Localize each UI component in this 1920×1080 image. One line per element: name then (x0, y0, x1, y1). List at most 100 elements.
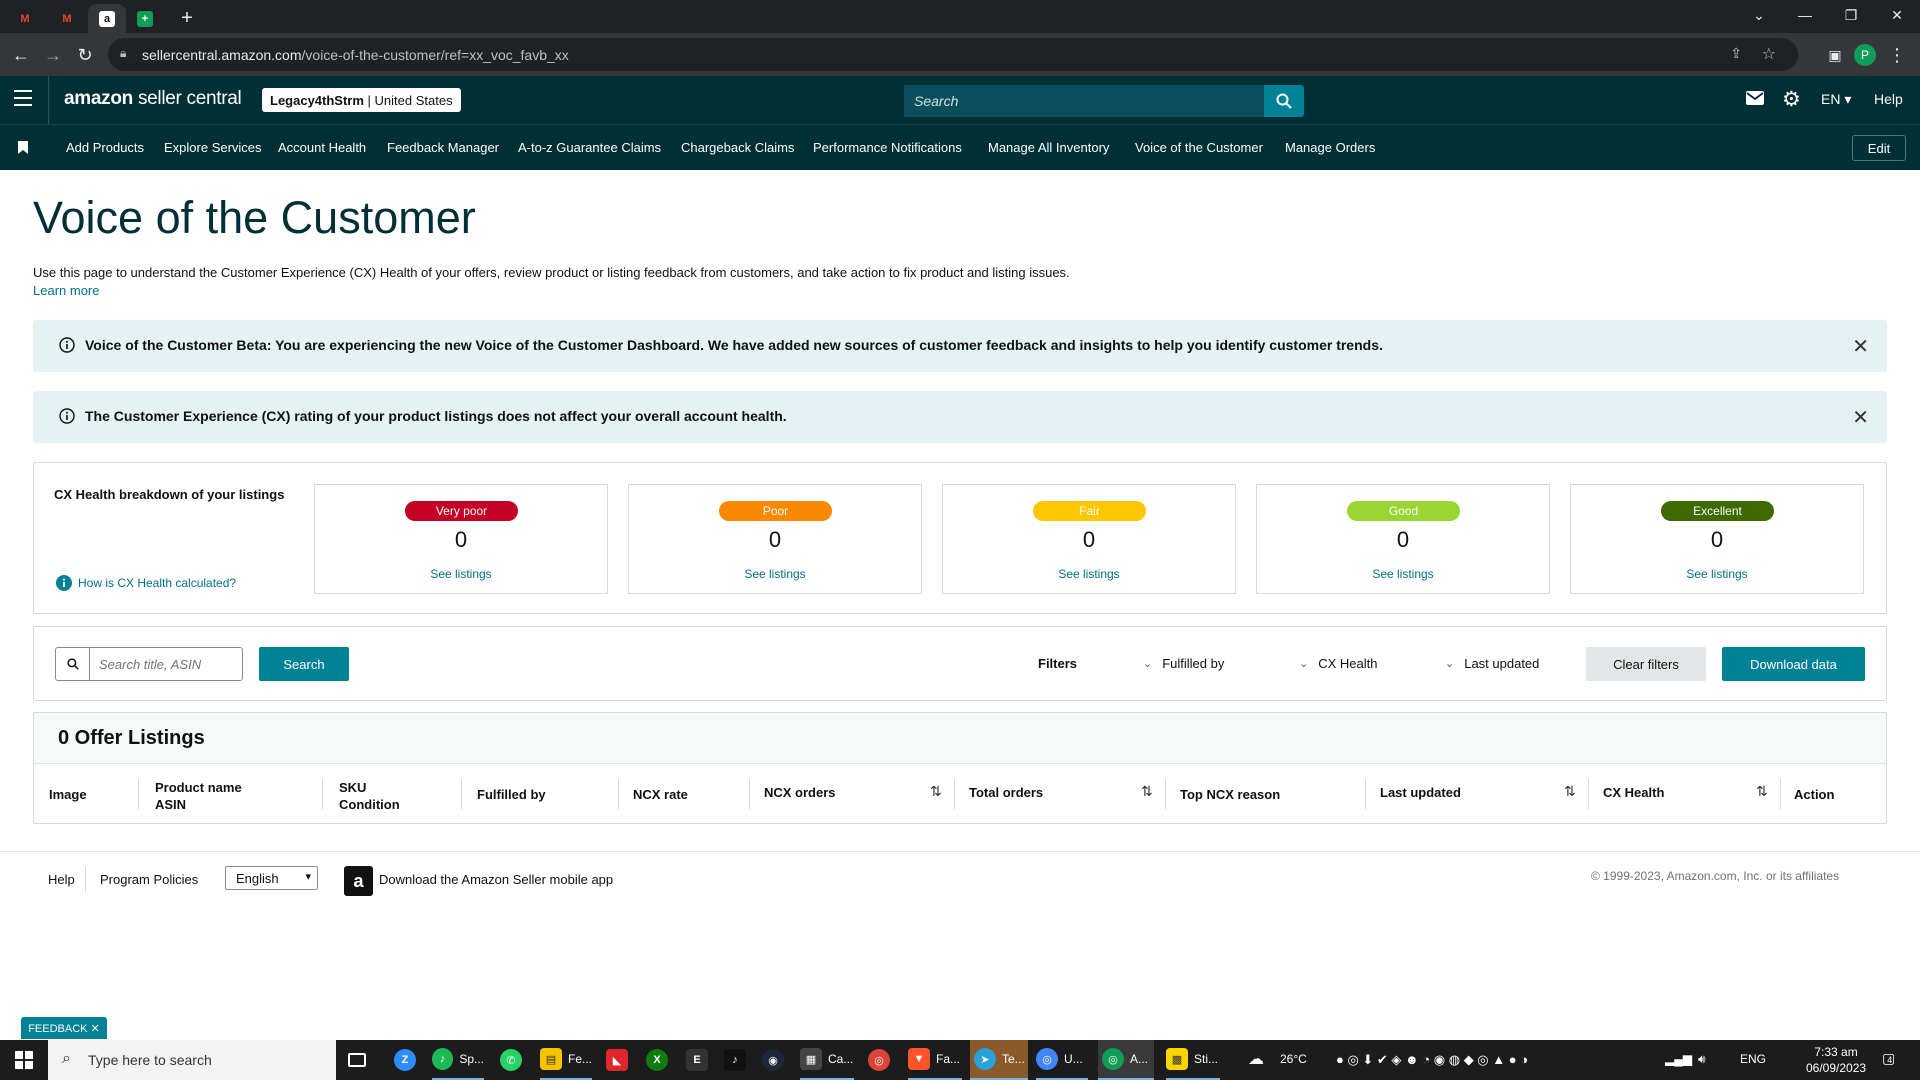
nav-manage-orders[interactable]: Manage Orders (1285, 140, 1375, 155)
taskbar-app-calculator[interactable]: ▦ Ca... (800, 1040, 854, 1080)
weather-temperature[interactable]: 26°C (1280, 1052, 1307, 1066)
column-total-orders[interactable]: Total orders (969, 784, 1043, 801)
header-search-button[interactable] (1264, 85, 1304, 117)
nav-a-to-z-claims[interactable]: A-to-z Guarantee Claims (518, 140, 661, 155)
edit-nav-button[interactable]: Edit (1852, 135, 1906, 161)
browser-tab-gmail-2[interactable]: M (48, 4, 86, 33)
minimize-icon[interactable]: — (1782, 0, 1828, 30)
taskbar-app-epic-games[interactable]: E (686, 1040, 708, 1080)
nav-voice-of-the-customer[interactable]: Voice of the Customer (1135, 140, 1263, 155)
search-button[interactable]: Search (259, 647, 349, 681)
taskbar-app-chrome-profile-a[interactable]: ◎ A... (1098, 1040, 1154, 1080)
taskbar-search[interactable]: ⌕ Type here to search (48, 1040, 336, 1080)
share-icon[interactable]: ⇪ (1730, 45, 1742, 62)
see-listings-link[interactable]: See listings (315, 567, 607, 581)
download-data-button[interactable]: Download data (1722, 647, 1865, 681)
browser-tab-sheets[interactable]: + (126, 4, 164, 33)
footer-program-policies-link[interactable]: Program Policies (100, 872, 198, 887)
column-last-updated[interactable]: Last updated (1380, 784, 1461, 801)
nav-performance-notifications[interactable]: Performance Notifications (813, 140, 962, 155)
taskbar-app-tiktok[interactable]: ♪ (724, 1040, 746, 1080)
new-tab-button[interactable]: + (168, 4, 206, 33)
learn-more-link[interactable]: Learn more (33, 283, 99, 298)
settings-gear-icon[interactable]: ⚙ (1782, 87, 1801, 112)
taskbar-app-chrome[interactable]: ◎ (868, 1040, 890, 1080)
cx-health-dropdown[interactable]: ⌄ CX Health (1299, 656, 1377, 671)
nav-manage-all-inventory[interactable]: Manage All Inventory (988, 140, 1109, 155)
task-view-icon[interactable] (348, 1040, 366, 1080)
header-search-input[interactable] (904, 85, 1264, 117)
reload-icon[interactable]: ↻ (72, 42, 98, 68)
seller-central-logo[interactable]: amazon seller central (64, 88, 242, 110)
nav-add-products[interactable]: Add Products (66, 140, 144, 155)
account-switcher[interactable]: Legacy4thStrm | United States (262, 88, 461, 112)
bookmark-star-icon[interactable]: ☆ (1762, 44, 1776, 64)
sort-icon[interactable]: ⇅ (1564, 783, 1576, 800)
mail-icon[interactable] (1746, 91, 1764, 110)
footer-help-link[interactable]: Help (48, 872, 75, 887)
taskbar-clock[interactable]: 7:33 am 06/09/2023 (1806, 1044, 1866, 1076)
browser-menu-icon[interactable]: ⋮ (1884, 42, 1910, 68)
profile-avatar[interactable]: P (1852, 42, 1878, 68)
mobile-app-link[interactable]: Download the Amazon Seller mobile app (379, 872, 613, 887)
back-icon[interactable]: ← (8, 42, 34, 68)
cx-health-how-link[interactable]: How is CX Health calculated? (56, 575, 236, 591)
nav-feedback-manager[interactable]: Feedback Manager (387, 140, 499, 155)
tab-search-icon[interactable]: ⌄ (1736, 0, 1782, 30)
see-listings-link[interactable]: See listings (1257, 567, 1549, 581)
taskbar-app-chrome-profile-u[interactable]: ◎ U... (1036, 1040, 1088, 1080)
taskbar-app-xbox[interactable]: X (646, 1040, 668, 1080)
bookmark-icon[interactable] (18, 141, 28, 159)
nav-chargeback-claims[interactable]: Chargeback Claims (681, 140, 794, 155)
taskbar-app-sticky-notes[interactable]: ▩ Sti... (1166, 1040, 1220, 1080)
nav-account-health[interactable]: Account Health (278, 140, 366, 155)
notifications-icon[interactable]: ▢4 (1882, 1050, 1895, 1067)
windows-start-icon[interactable] (0, 1040, 47, 1080)
clear-filters-button[interactable]: Clear filters (1586, 647, 1706, 681)
browser-tab-gmail-1[interactable]: M (6, 4, 44, 33)
taskbar-app-telegram[interactable]: ➤ Te... (970, 1040, 1028, 1080)
hamburger-menu-icon[interactable] (14, 90, 32, 106)
header-search (904, 85, 1264, 117)
see-listings-link[interactable]: See listings (1571, 567, 1863, 581)
close-icon[interactable]: ✕ (1852, 405, 1869, 430)
sort-icon[interactable]: ⇅ (1756, 783, 1768, 800)
see-listings-link[interactable]: See listings (629, 567, 921, 581)
close-icon[interactable]: ✕ (1852, 334, 1869, 359)
language-selector[interactable]: EN ▾ (1821, 91, 1851, 108)
taskbar-app-steam[interactable]: ◉ (762, 1040, 784, 1080)
fulfilled-by-dropdown[interactable]: ⌄ Fulfilled by (1143, 656, 1224, 671)
taskbar-app-brave[interactable]: ▼ Fa... (908, 1040, 962, 1080)
cx-card-good: Good 0 See listings (1256, 484, 1550, 594)
network-icon[interactable]: ▂▄▆ (1665, 1052, 1692, 1066)
language-indicator[interactable]: ENG (1740, 1052, 1766, 1066)
taskbar-app-amd[interactable]: ◣ (606, 1040, 628, 1080)
listing-search-input[interactable] (91, 648, 241, 680)
weather-icon[interactable]: ☁ (1248, 1049, 1264, 1069)
taskbar-app-whatsapp[interactable]: ✆ (500, 1040, 522, 1080)
footer-language-select[interactable]: English ▾ (225, 866, 318, 890)
last-updated-dropdown[interactable]: ⌄ Last updated (1445, 656, 1539, 671)
address-bar[interactable]: 🔒︎ sellercentral.amazon.com/voice-of-the… (108, 38, 1798, 71)
column-cx-health[interactable]: CX Health (1603, 784, 1664, 801)
nav-explore-services[interactable]: Explore Services (164, 140, 262, 155)
cx-count: 0 (1082, 527, 1096, 552)
side-panel-icon[interactable]: ▣ (1822, 42, 1848, 68)
sort-icon[interactable]: ⇅ (930, 783, 942, 800)
forward-icon[interactable]: → (40, 42, 66, 68)
cx-card-fair: Fair 0 See listings (942, 484, 1236, 594)
taskbar-app-zoom[interactable]: Z (394, 1040, 416, 1080)
close-window-icon[interactable]: ✕ (1874, 0, 1920, 30)
sort-icon[interactable]: ⇅ (1141, 783, 1153, 800)
help-link[interactable]: Help (1874, 91, 1903, 107)
system-tray-icons[interactable]: ● ◎ ⬇ ✔ ◈ ☻ ◔ ◉ ◍ ◆ ◎ ▲ ● ◑ (1336, 1052, 1528, 1068)
column-top-ncx-reason: Top NCX reason (1180, 787, 1281, 802)
taskbar-app-file-explorer[interactable]: ▤ Fe... (540, 1040, 592, 1080)
browser-tab-amazon[interactable]: a (88, 4, 126, 33)
column-ncx-orders[interactable]: NCX orders (764, 784, 836, 801)
restore-icon[interactable]: ❐ (1828, 0, 1874, 30)
taskbar-app-spotify[interactable]: ♪ Sp... (432, 1040, 484, 1080)
see-listings-link[interactable]: See listings (943, 567, 1235, 581)
feedback-tab[interactable]: FEEDBACK ✕ (21, 1017, 107, 1039)
volume-icon[interactable]: 🔊︎ (1698, 1052, 1706, 1067)
